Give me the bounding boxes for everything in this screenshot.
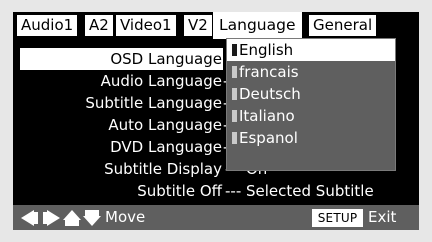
menu-row-label: Subtitle Language [85,94,222,112]
right-arrow-icon [47,210,60,226]
menu-row-label: DVD Language [110,138,222,156]
menu-row-label: Subtitle Display [104,160,222,178]
dropdown-option-deutsch[interactable]: Deutsch [227,83,395,105]
dropdown-option-francais[interactable]: francais [227,61,395,83]
tab-general[interactable]: General [309,15,377,36]
bottom-help-bar: Move SETUP Exit [13,205,419,230]
dropdown-option-italiano[interactable]: Italiano [227,105,395,127]
dropdown-option-label: English [239,41,294,59]
option-marker-icon [232,66,237,78]
up-arrow-icon [63,210,81,220]
dropdown-option-label: Espanol [239,129,298,147]
option-marker-icon [232,88,237,100]
dropdown-option-english[interactable]: English [227,39,395,61]
menu-row-label: Subtitle Off [137,182,222,200]
menu-row-value: Selected Subtitle [246,182,374,200]
dropdown-option-espanol[interactable]: Espanol [227,127,395,149]
down-arrow-icon [83,216,101,226]
right-arrow-stem [43,212,47,224]
tab-language[interactable]: Language [213,12,302,39]
tab-bar: Audio1 A2 Video1 V2 Language General [13,12,419,39]
dropdown-option-label: francais [239,63,299,81]
up-arrow-stem [65,220,79,226]
menu-row-subtitle-off[interactable]: Subtitle Off --- Selected Subtitle [13,180,419,202]
tab-audio1[interactable]: Audio1 [17,15,78,36]
dropdown-option-label: Deutsch [239,85,301,103]
navigation-arrows-graphic [21,210,101,226]
menu-row-label: Auto Language [108,116,222,134]
navigation-arrows [21,210,105,226]
tab-v2[interactable]: V2 [184,15,212,36]
osd-language-dropdown[interactable]: English francais Deutsch Italiano Espano… [226,38,396,171]
menu-row-label: OSD Language [110,50,222,68]
menu-row-label: Audio Language [100,72,222,90]
dropdown-option-label: Italiano [239,107,295,125]
exit-label: Exit [368,208,397,226]
setup-key-badge: SETUP [312,209,363,227]
left-arrow-stem [34,212,38,224]
dvd-setup-screen: Audio1 A2 Video1 V2 Language General OSD… [13,12,419,230]
language-menu: OSD Language Audio Language - Subtitle L… [13,38,419,205]
down-arrow-stem [85,210,99,216]
option-marker-icon [232,110,237,122]
tab-video1[interactable]: Video1 [116,15,176,36]
left-arrow-icon [21,210,34,226]
option-marker-icon [232,132,237,144]
menu-row-dashes: --- [225,182,242,200]
option-marker-icon [232,44,237,56]
move-label: Move [105,208,146,226]
tab-a2[interactable]: A2 [85,15,113,36]
